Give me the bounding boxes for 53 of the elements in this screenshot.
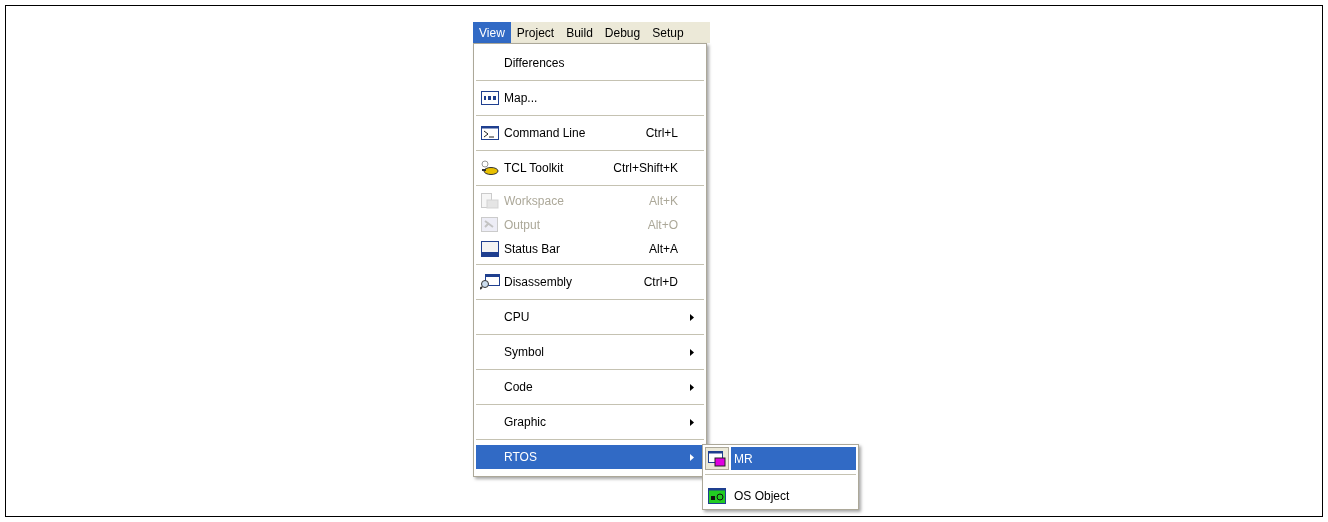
submenu-arrow-icon (690, 313, 694, 321)
menu-item-label: TCL Toolkit (504, 160, 564, 177)
menu-item[interactable]: MR (705, 447, 856, 470)
submenu-arrow-icon (690, 453, 694, 461)
submenu-arrow-icon (690, 348, 694, 356)
output-icon (481, 217, 499, 233)
menu-item[interactable]: Differences (476, 51, 704, 75)
menu-item-label: Map... (504, 90, 538, 107)
menu-item-label: Differences (504, 55, 565, 72)
menu-bar-item[interactable]: Debug (598, 22, 647, 43)
shortcut-text: Ctrl+D (643, 274, 678, 291)
menu-bar-item[interactable]: View (473, 22, 511, 43)
menu-item-label: Workspace (504, 193, 564, 210)
monitor-icon (708, 487, 726, 504)
menu-bar-item[interactable]: Project (510, 22, 561, 43)
menu-item-label: Output (504, 217, 541, 234)
windows-icon (708, 450, 726, 467)
menu-item[interactable]: Symbol (476, 340, 704, 364)
menu-item[interactable]: RTOS (476, 445, 704, 469)
menu-bar-item[interactable]: Setup (646, 22, 690, 43)
menu-item[interactable]: TCL Toolkit Ctrl+Shift+K (476, 156, 704, 180)
magnifier-window-icon (480, 274, 500, 290)
submenu-arrow-icon (690, 418, 694, 426)
menu-item[interactable]: Disassembly Ctrl+D (476, 270, 704, 294)
menu-bar-item[interactable]: Build (560, 22, 599, 43)
menu-item[interactable]: Command Line Ctrl+L (476, 121, 704, 145)
menu-item[interactable]: Map... (476, 86, 704, 110)
terminal-icon (481, 126, 499, 140)
menu-item-label: Status Bar (504, 241, 561, 258)
menu-item-label: Symbol (504, 344, 544, 361)
oil-lamp-icon (480, 160, 500, 176)
menu-item[interactable]: OS Object (705, 484, 856, 507)
menu-item-label: CPU (504, 309, 530, 326)
shortcut-text: Alt+K (649, 193, 678, 210)
window-icon (481, 241, 499, 257)
menu-item-label: Command Line (504, 125, 586, 142)
menu-item-label: RTOS (504, 449, 537, 466)
menu-item[interactable]: Code (476, 375, 704, 399)
menu-item-label: Graphic (504, 414, 547, 431)
menu-item[interactable]: Status Bar Alt+A (476, 237, 704, 261)
shortcut-text: Ctrl+L (645, 125, 678, 142)
menu-item-label: Code (504, 379, 533, 396)
shortcut-text: Alt+O (647, 217, 678, 234)
menu-item-label: Disassembly (504, 274, 572, 291)
menu-item[interactable]: CPU (476, 305, 704, 329)
window-icon (481, 193, 499, 209)
menu-item-label: OS Object (733, 487, 791, 505)
map-icon (481, 91, 499, 105)
submenu-arrow-icon (690, 383, 694, 391)
menu-item[interactable]: Graphic (476, 410, 704, 434)
shortcut-text: Alt+A (649, 241, 678, 258)
menu-item-label: MR (731, 447, 856, 470)
shortcut-text: Ctrl+Shift+K (613, 160, 678, 177)
